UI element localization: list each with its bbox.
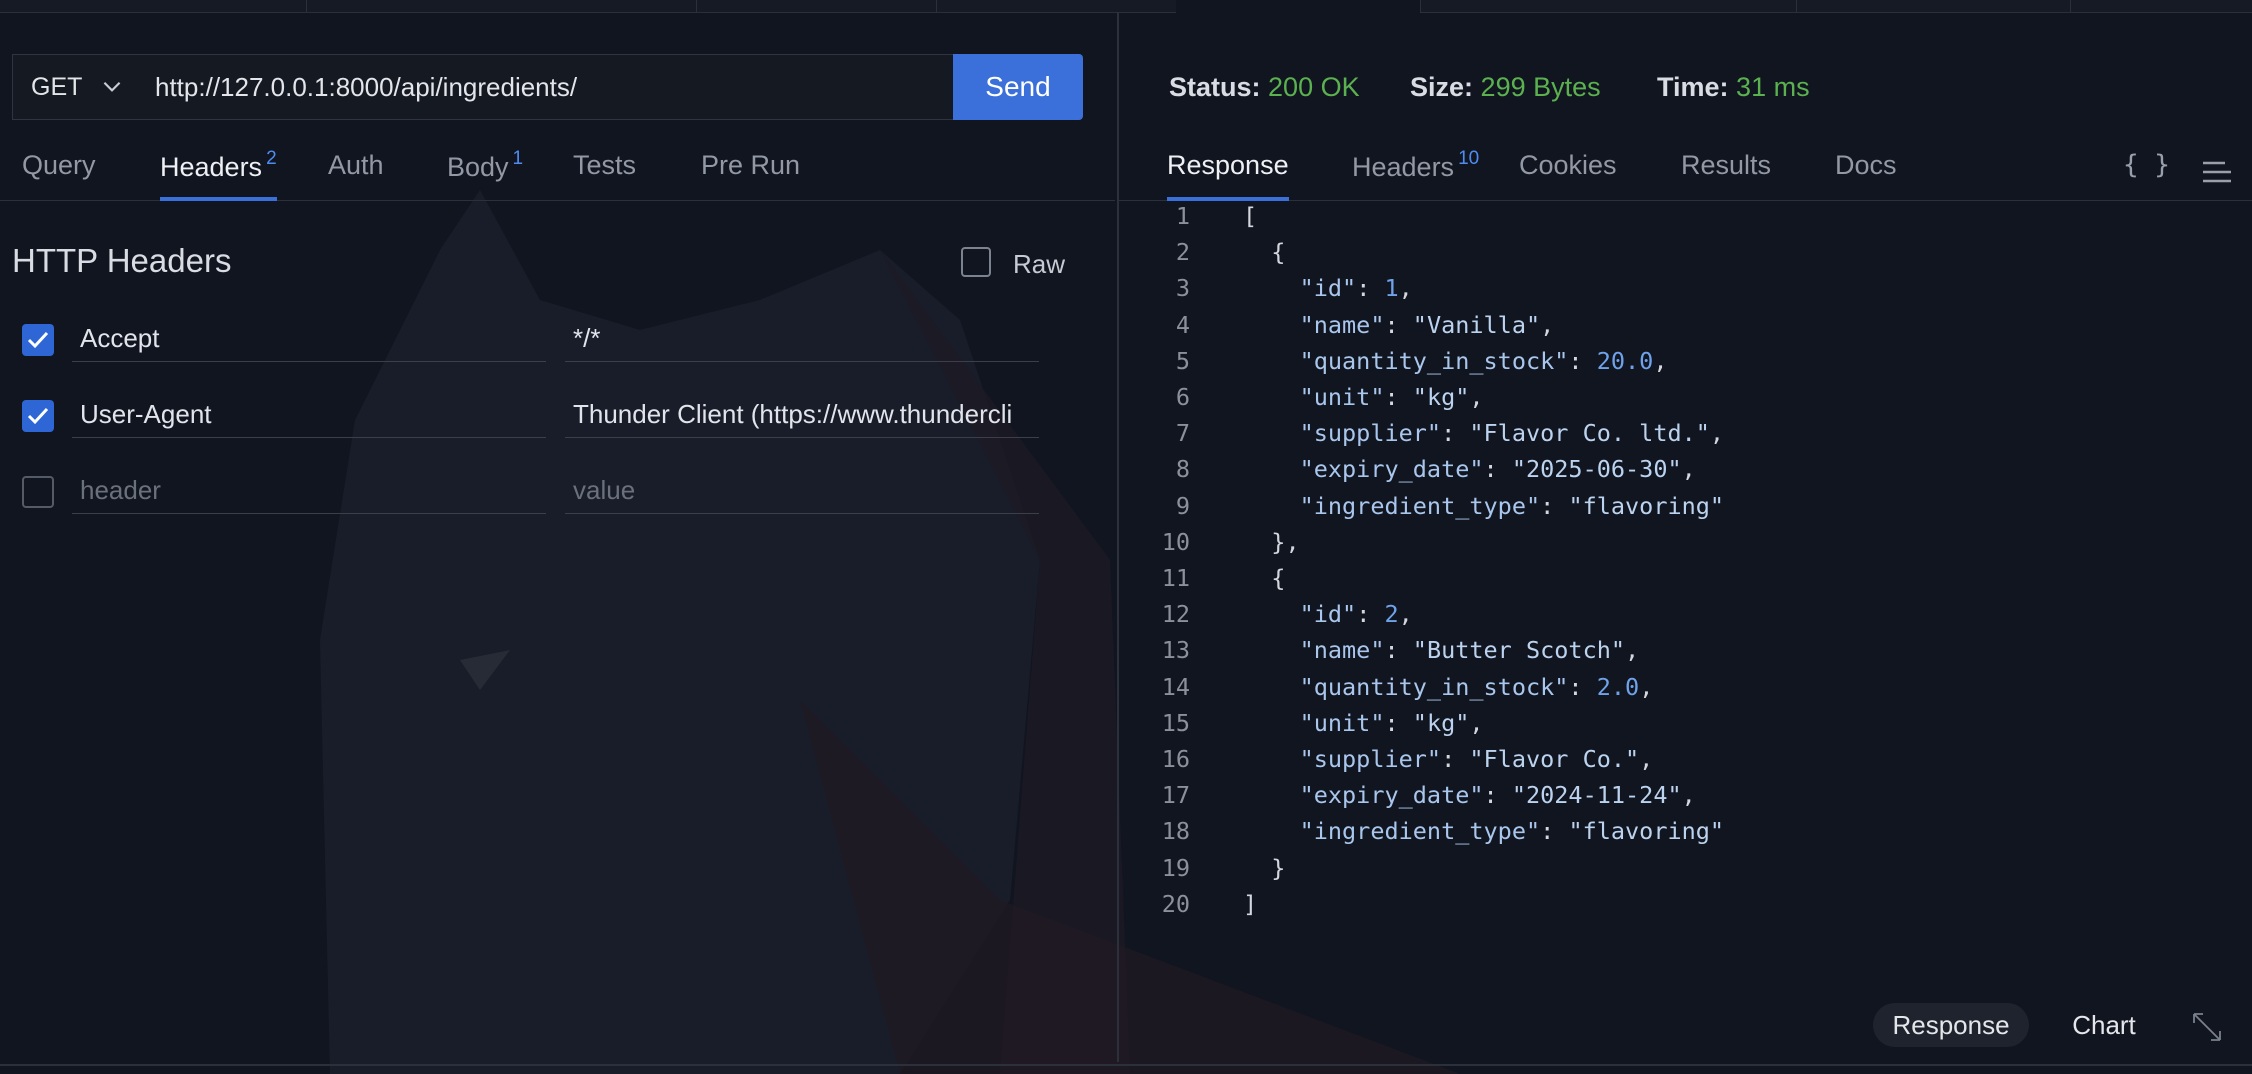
line-number: 13 xyxy=(1161,636,1190,665)
chevron-down-icon xyxy=(103,81,121,92)
code-line: 17 "expiry_date": "2024-11-24", xyxy=(1161,781,1696,810)
line-number: 15 xyxy=(1161,708,1190,737)
tab-headers[interactable]: Headers 2 xyxy=(160,148,277,201)
code-line: 8 "expiry_date": "2025-06-30", xyxy=(1160,455,2160,491)
line-number: 18 xyxy=(1161,817,1190,846)
line-number: 16 xyxy=(1161,745,1190,773)
line-number: 6 xyxy=(1175,383,1190,411)
code-line: 11 { xyxy=(1161,564,1286,592)
line-number: 11 xyxy=(1161,564,1190,592)
tab-results[interactable]: Results xyxy=(1681,150,1771,200)
editor-tab-strip xyxy=(0,0,2252,13)
request-tabs: Query Headers 2 Auth Body 1 Tests Pre Run xyxy=(0,144,1115,201)
check-icon xyxy=(27,331,49,349)
active-editor-tab[interactable] xyxy=(1176,0,1420,13)
header-value-field[interactable]: Thunder Client (https://www.thundercli xyxy=(565,392,1039,438)
tab-body[interactable]: Body 1 xyxy=(447,148,524,200)
header-value-field[interactable]: */* xyxy=(565,316,1039,362)
code-line: 7 "supplier": "Flavor Co. ltd.", xyxy=(1160,419,2160,455)
new-header-checkbox[interactable] xyxy=(22,476,54,508)
size-indicator: Size: 299 Bytes xyxy=(1410,72,1601,102)
line-number: 14 xyxy=(1161,672,1190,701)
body-count-badge: 1 xyxy=(512,148,524,169)
raw-checkbox[interactable] xyxy=(961,247,991,277)
response-headers-count-badge: 10 xyxy=(1458,148,1480,169)
menu-icon[interactable] xyxy=(2201,158,2233,186)
section-title: HTTP Headers xyxy=(12,242,232,279)
send-button[interactable]: Send xyxy=(953,54,1083,120)
line-number: 7 xyxy=(1175,419,1190,448)
code-line: 5 "quantity_in_stock": 20.0, xyxy=(1160,347,2160,383)
line-number: 17 xyxy=(1161,781,1190,810)
code-line: 16 "supplier": "Flavor Co.", xyxy=(1161,745,1654,773)
status-indicator: Status: 200 OK xyxy=(1169,72,1360,102)
tab-query[interactable]: Query xyxy=(22,150,96,200)
code-line: 9 "ingredient_type": "flavoring" xyxy=(1160,492,2160,528)
tab-docs[interactable]: Docs xyxy=(1835,150,1897,200)
line-number: 3 xyxy=(1175,274,1190,303)
tab-pre-run[interactable]: Pre Run xyxy=(701,150,800,200)
headers-count-badge: 2 xyxy=(266,148,277,169)
expand-icon[interactable] xyxy=(2190,1010,2224,1044)
tab-response-headers[interactable]: Headers 10 xyxy=(1352,148,1480,200)
status-value: 200 OK xyxy=(1268,72,1360,102)
code-line: 14 "quantity_in_stock": 2.0, xyxy=(1161,672,1654,701)
header-row-checkbox[interactable] xyxy=(22,324,54,356)
code-line: 13 "name": "Butter Scotch", xyxy=(1161,636,1640,665)
line-number: 10 xyxy=(1161,527,1190,556)
code-line: 19 } xyxy=(1161,853,1286,882)
code-line: 4 "name": "Vanilla", xyxy=(1160,311,2160,347)
line-number: 12 xyxy=(1161,600,1190,629)
code-line: 6 "unit": "kg", xyxy=(1160,383,2160,419)
line-number: 9 xyxy=(1175,491,1190,520)
line-number: 8 xyxy=(1175,455,1190,484)
time-indicator: Time: 31 ms xyxy=(1657,72,1810,102)
raw-label: Raw xyxy=(1013,249,1066,279)
time-value: 31 ms xyxy=(1736,72,1810,102)
url-text: http://127.0.0.1:8000/api/ingredients/ xyxy=(155,71,578,102)
check-icon xyxy=(27,407,49,425)
tab-response[interactable]: Response xyxy=(1167,150,1289,201)
line-number: 1 xyxy=(1175,202,1190,230)
header-row-checkbox[interactable] xyxy=(22,400,54,432)
code-line: 1[ xyxy=(1160,202,2160,238)
method-select[interactable]: GET xyxy=(12,54,142,120)
line-number: 4 xyxy=(1175,310,1190,339)
tab-auth[interactable]: Auth xyxy=(328,150,384,200)
code-line: 3 "id": 1, xyxy=(1160,274,2160,310)
code-line: 15 "unit": "kg", xyxy=(1161,708,1484,737)
url-input[interactable]: http://127.0.0.1:8000/api/ingredients/ xyxy=(141,54,955,120)
size-value: 299 Bytes xyxy=(1480,72,1601,102)
code-line: 12 "id": 2, xyxy=(1161,600,1413,629)
method-label: GET xyxy=(31,72,83,101)
format-json-icon[interactable]: { } xyxy=(2123,150,2170,180)
new-header-value-input[interactable]: value xyxy=(565,468,1039,514)
response-tabs: Response Headers 10 Cookies Results Docs … xyxy=(1119,144,2252,201)
line-number: 5 xyxy=(1175,346,1190,375)
bottom-border xyxy=(0,1064,2252,1066)
code-line: 10 }, xyxy=(1161,527,1300,556)
header-name-field[interactable]: Accept xyxy=(72,316,546,362)
code-line: 2 { xyxy=(1160,238,2160,274)
response-view-button[interactable]: Response xyxy=(1873,1003,2029,1047)
code-line: 20] xyxy=(1161,889,1258,918)
new-header-name-input[interactable]: header xyxy=(72,468,546,514)
code-line: 18 "ingredient_type": "flavoring" xyxy=(1161,817,1725,846)
line-number: 19 xyxy=(1161,853,1190,882)
line-number: 2 xyxy=(1175,238,1190,267)
header-name-field[interactable]: User-Agent xyxy=(72,392,546,438)
chart-view-button[interactable]: Chart xyxy=(2054,1003,2154,1047)
tab-tests[interactable]: Tests xyxy=(573,150,636,200)
line-number: 20 xyxy=(1161,889,1190,918)
tab-cookies[interactable]: Cookies xyxy=(1519,150,1617,200)
